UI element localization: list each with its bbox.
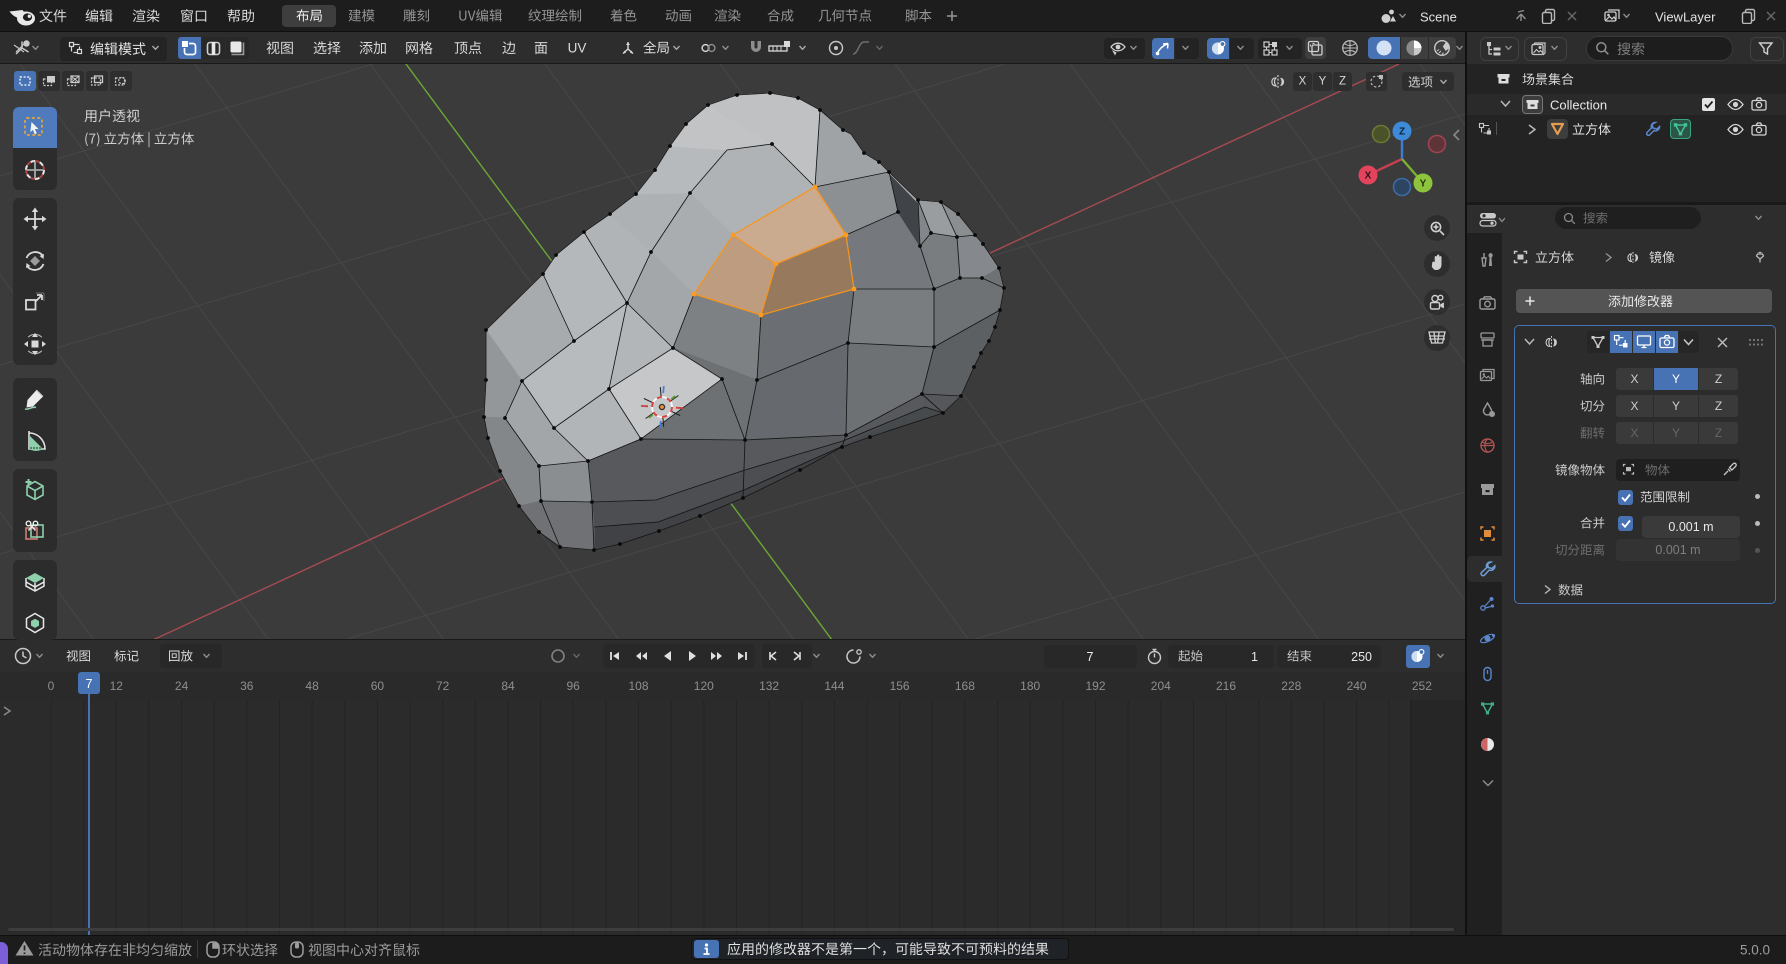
svg-text:Z: Z xyxy=(1399,127,1405,138)
svg-text:X: X xyxy=(1365,171,1372,182)
svg-text:Y: Y xyxy=(1420,179,1427,190)
